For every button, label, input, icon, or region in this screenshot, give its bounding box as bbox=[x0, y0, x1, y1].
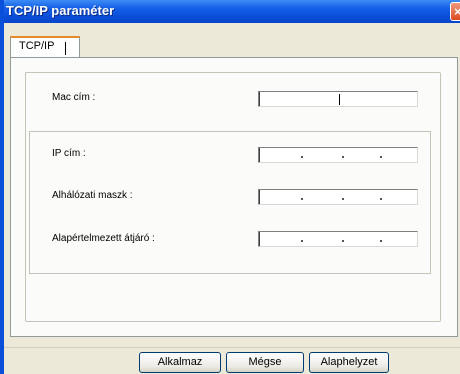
tab-separator bbox=[65, 42, 66, 55]
mac-label: Mac cím : bbox=[52, 92, 96, 103]
octet-separator bbox=[301, 156, 303, 158]
subnet-label: Alhálózati maszk : bbox=[52, 190, 133, 201]
apply-button[interactable]: Alkalmaz bbox=[139, 352, 221, 373]
text-caret bbox=[339, 94, 340, 105]
mac-address-field[interactable] bbox=[258, 91, 418, 107]
gateway-field[interactable] bbox=[258, 231, 418, 247]
octet-separator bbox=[342, 156, 344, 158]
octet-separator bbox=[301, 198, 303, 200]
cancel-button[interactable]: Mégse bbox=[226, 352, 304, 373]
window-title: TCP/IP paraméter bbox=[6, 3, 115, 18]
octet-separator bbox=[380, 198, 382, 200]
subnet-mask-field[interactable] bbox=[258, 189, 418, 205]
title-bar[interactable]: TCP/IP paraméter × bbox=[4, 0, 460, 23]
ip-label: IP cím : bbox=[52, 148, 86, 159]
tab-tcpip[interactable]: TCP/IP bbox=[10, 36, 80, 58]
close-icon[interactable]: × bbox=[450, 2, 460, 21]
octet-separator bbox=[342, 240, 344, 242]
octet-separator bbox=[342, 198, 344, 200]
octet-separator bbox=[301, 240, 303, 242]
gateway-label: Alapértelmezett átjáró : bbox=[52, 233, 155, 244]
octet-separator bbox=[380, 156, 382, 158]
dialog-window: TCP/IP paraméter × TCP/IP Mac cím : IP c… bbox=[0, 0, 460, 374]
octet-separator bbox=[380, 240, 382, 242]
ip-address-field[interactable] bbox=[258, 147, 418, 163]
tab-label: TCP/IP bbox=[19, 40, 55, 52]
reset-button[interactable]: Alaphelyzet bbox=[309, 352, 389, 373]
button-bar-divider bbox=[4, 347, 460, 348]
